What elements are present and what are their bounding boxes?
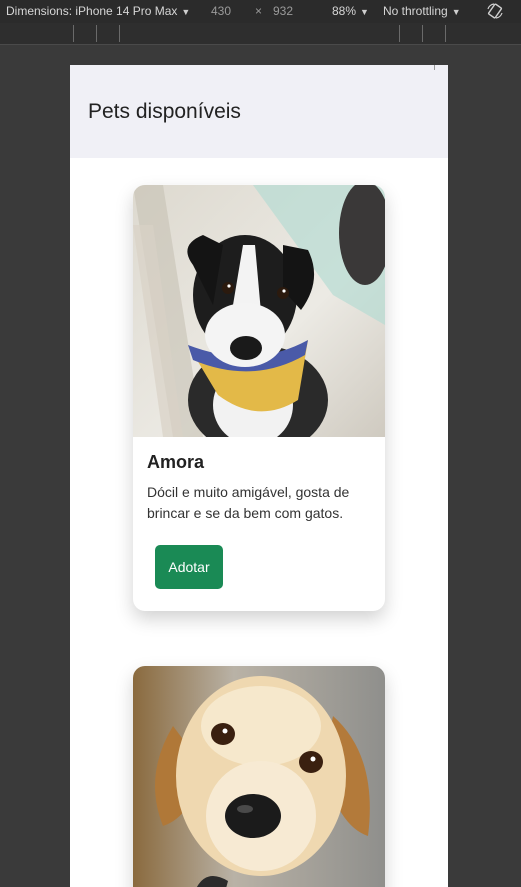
rotate-icon[interactable] xyxy=(486,2,504,20)
page-title: Pets disponíveis xyxy=(88,99,241,123)
pet-name: Amora xyxy=(147,452,205,472)
devtools-toolbar: Dimensions: iPhone 14 Pro Max ▼ 430 × 932… xyxy=(0,0,521,23)
zoom-dropdown[interactable]: 88% ▼ xyxy=(332,4,369,18)
throttling-label: No throttling xyxy=(383,4,448,18)
device-viewport[interactable]: Pets disponíveis Amora Dócil e muito ami… xyxy=(70,65,448,887)
ruler-tick xyxy=(399,25,400,42)
dog-photo-icon xyxy=(133,185,385,437)
ruler-tick xyxy=(422,25,423,42)
pet-card xyxy=(133,666,385,887)
pet-photo xyxy=(133,666,385,887)
width-field[interactable]: 430 xyxy=(211,4,231,18)
scroll-indicator xyxy=(434,65,435,70)
ruler-tick xyxy=(73,25,74,42)
throttling-dropdown[interactable]: No throttling ▼ xyxy=(383,4,461,18)
caret-down-icon: ▼ xyxy=(451,7,461,17)
pet-card: Amora Dócil e muito amigável, gosta de b… xyxy=(133,185,385,611)
caret-down-icon: ▼ xyxy=(181,7,191,17)
dog-photo-icon xyxy=(133,666,385,887)
caret-down-icon: ▼ xyxy=(360,7,369,17)
media-query-ruler xyxy=(0,23,521,45)
pet-description: Dócil e muito amigável, gosta de brincar… xyxy=(147,484,350,521)
pet-photo xyxy=(133,185,385,437)
ruler-tick xyxy=(96,25,97,42)
height-field[interactable]: 932 xyxy=(273,4,293,18)
ruler-tick xyxy=(445,25,446,42)
adopt-button[interactable]: Adotar xyxy=(155,545,223,589)
dimensions-label: Dimensions: iPhone 14 Pro Max xyxy=(6,4,178,18)
times-sign: × xyxy=(255,4,263,18)
card-body: Amora Dócil e muito amigável, gosta de b… xyxy=(133,437,385,589)
ruler-tick xyxy=(119,25,120,42)
device-dimensions-dropdown[interactable]: Dimensions: iPhone 14 Pro Max ▼ xyxy=(6,4,190,18)
app-header: Pets disponíveis xyxy=(70,65,448,158)
zoom-label: 88% xyxy=(332,4,357,18)
